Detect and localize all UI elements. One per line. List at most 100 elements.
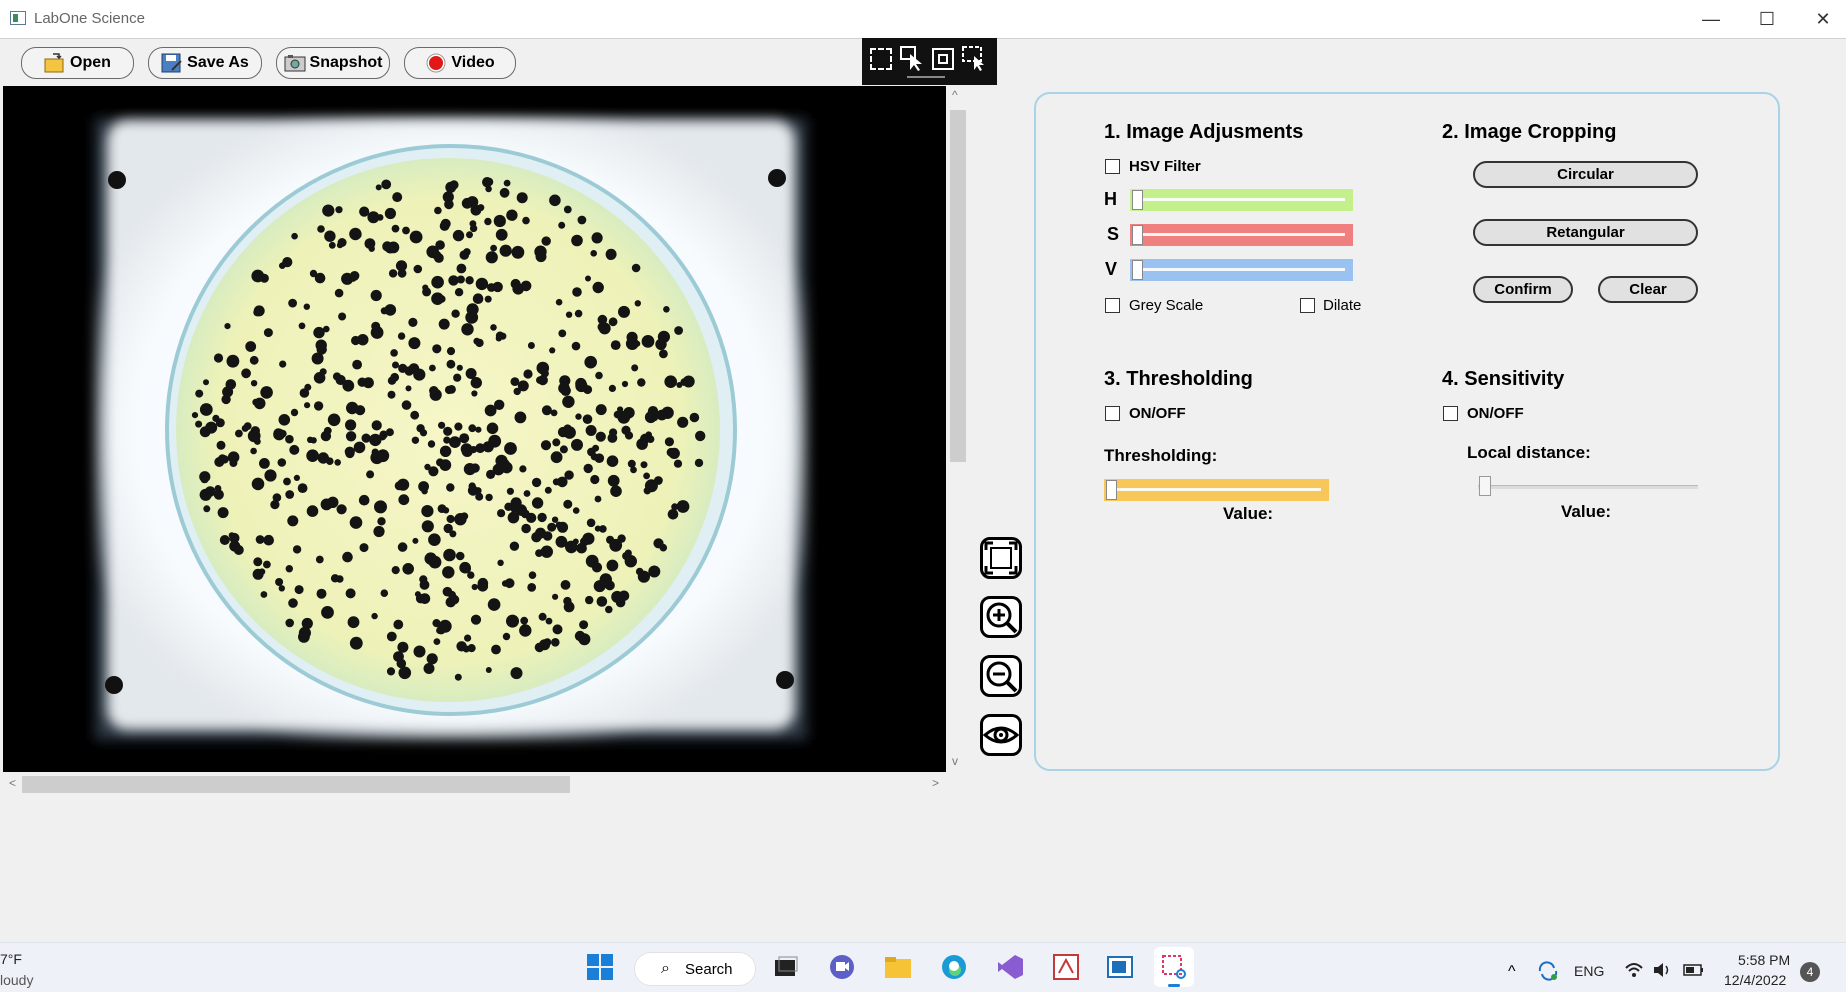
colony [453,373,462,382]
windows-start-icon[interactable] [586,953,614,981]
chat-icon[interactable] [828,953,856,981]
snapshot-button[interactable]: Snapshot [276,47,390,79]
colony [255,535,265,544]
image-viewer[interactable] [3,86,946,772]
thresholding-slider[interactable] [1104,479,1329,501]
colony [367,211,380,224]
colony [397,542,408,552]
minimize-button[interactable]: — [1688,0,1734,38]
save-as-button[interactable]: Save As [148,47,262,79]
colony [537,375,548,386]
colony [631,364,639,372]
colony [627,459,636,468]
colony [534,245,547,258]
record-icon [425,52,447,74]
colony [578,633,591,646]
value-slider-handle[interactable] [1132,260,1143,280]
clock-time[interactable]: 5:58 PM [1738,952,1790,968]
petri-dish-image [3,86,946,772]
colony [382,241,393,252]
scroll-left-arrow-icon[interactable]: < [9,776,16,790]
colony [335,206,343,214]
visual-studio-icon[interactable] [996,953,1024,981]
colony [584,355,597,369]
hue-slider-handle[interactable] [1132,190,1143,210]
language-indicator[interactable]: ENG [1574,963,1604,979]
taskbar-search[interactable]: ⌕ Search [634,952,756,986]
pointer-select-icon[interactable] [900,46,924,72]
scroll-down-arrow-icon[interactable]: v [952,754,958,768]
task-view-icon[interactable] [772,953,800,981]
colony [413,264,423,274]
maximize-button[interactable]: ☐ [1744,0,1790,38]
colony [288,598,298,608]
colony [402,563,415,575]
colony [304,402,311,409]
zoom-in-button[interactable] [980,596,1022,638]
sensitivity-onoff-checkbox[interactable] [1443,406,1458,421]
show-hidden-icons-icon[interactable]: ^ [1508,963,1516,981]
volume-icon[interactable] [1652,960,1672,984]
weather-temp[interactable]: 7°F [0,951,22,967]
scroll-up-arrow-icon[interactable]: ^ [952,88,958,102]
thresholding-onoff-checkbox[interactable] [1105,406,1120,421]
fit-frame-icon[interactable] [932,48,954,70]
rectangular-crop-button[interactable]: Retangular [1473,219,1698,246]
colony [229,540,241,552]
video-button[interactable]: Video [404,47,516,79]
hsv-filter-checkbox[interactable] [1105,159,1120,174]
sync-icon[interactable] [1536,960,1560,986]
open-button[interactable]: Open [21,47,134,79]
colony [392,192,403,203]
colony [470,377,482,389]
battery-icon[interactable] [1683,961,1705,983]
thresholding-slider-handle[interactable] [1106,480,1117,500]
hue-slider[interactable] [1130,189,1353,211]
clear-button[interactable]: Clear [1598,276,1698,303]
horizontal-scroll-thumb[interactable] [22,776,570,793]
colony [455,551,465,561]
vertical-scroll-thumb[interactable] [950,110,966,462]
colony [402,226,410,235]
zoom-out-button[interactable] [980,655,1022,697]
colony [656,409,668,421]
colony [448,590,456,599]
clock-date[interactable]: 12/4/2022 [1724,972,1786,988]
grey-scale-checkbox[interactable] [1105,298,1120,313]
file-explorer-icon[interactable] [884,953,912,981]
edge-browser-icon[interactable] [940,953,968,981]
colony [345,588,356,599]
notification-badge[interactable]: 4 [1800,962,1820,982]
saturation-slider[interactable] [1130,224,1353,246]
confirm-button[interactable]: Confirm [1473,276,1573,303]
fit-to-window-button[interactable] [980,537,1022,579]
colony [200,474,209,484]
preview-button[interactable] [980,714,1022,756]
scratch-app-icon[interactable] [1052,953,1080,981]
value-slider[interactable] [1130,259,1353,281]
dilate-checkbox[interactable] [1300,298,1315,313]
colony [205,421,218,434]
colony [377,517,386,526]
colony [347,616,360,629]
weather-desc[interactable]: loudy [0,972,33,988]
colony [590,250,597,257]
local-distance-slider[interactable] [1478,475,1698,497]
colony [500,461,513,474]
snipping-tool-taskbar-item[interactable] [1154,947,1194,987]
colony [250,447,257,455]
wifi-icon[interactable] [1624,960,1644,984]
colony [334,288,344,298]
local-distance-slider-handle[interactable] [1479,476,1491,496]
fit-screen-icon [984,541,1018,575]
scroll-right-arrow-icon[interactable]: > [932,776,939,790]
labone-window-icon[interactable] [1106,953,1134,981]
saturation-slider-handle[interactable] [1132,225,1143,245]
colony [563,205,572,214]
select-region-icon[interactable] [870,48,892,70]
close-button[interactable]: ✕ [1800,0,1846,38]
colony [443,426,453,436]
colony [572,287,582,297]
move-select-icon[interactable] [962,46,988,72]
circular-crop-button[interactable]: Circular [1473,161,1698,188]
